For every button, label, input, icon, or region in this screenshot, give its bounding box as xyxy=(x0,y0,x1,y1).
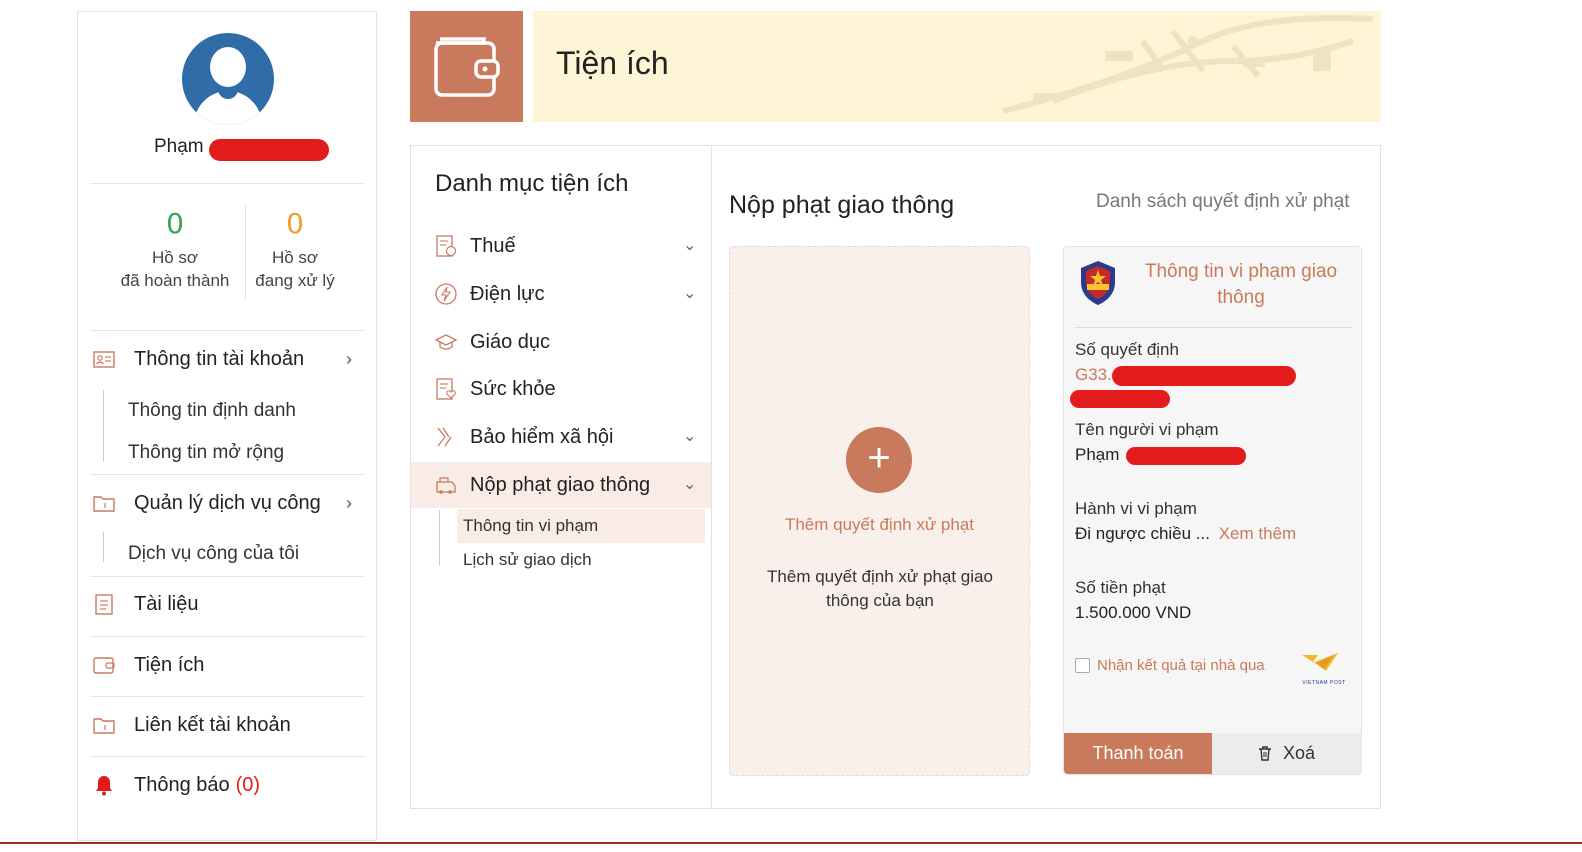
notifications-count: (0) xyxy=(235,773,261,796)
category-social-insurance-label: Bảo hiểm xã hội xyxy=(470,425,614,448)
subcategory-transaction-history[interactable]: Lịch sử giao dịch xyxy=(463,550,592,570)
sidebar: Phạm 0 Hồ sơ đã hoàn thành 0 Hồ sơ đang xử… xyxy=(77,11,377,841)
checkbox[interactable] xyxy=(1075,658,1090,673)
chevron-down-icon[interactable]: ⌄ xyxy=(683,426,696,446)
chevron-down-icon[interactable]: ⌄ xyxy=(683,283,696,303)
plus-icon[interactable]: + xyxy=(846,427,912,493)
menu-link-account[interactable]: Liên kết tài khoản xyxy=(92,713,291,737)
violation-behavior-text: Đi ngược chiều ... xyxy=(1075,524,1210,543)
traffic-police-badge-icon xyxy=(1081,261,1115,305)
violator-name-label: Tên người vi phạm xyxy=(1075,420,1219,439)
category-traffic-fines[interactable]: Nộp phạt giao thông ⌄ xyxy=(411,462,711,508)
section-title: Nộp phạt giao thông xyxy=(729,191,955,219)
processing-count: 0 xyxy=(286,207,304,240)
footer-border xyxy=(0,842,1582,844)
graduation-cap-icon xyxy=(433,329,459,355)
wallet-icon xyxy=(92,653,116,677)
violation-card: Thông tin vi phạm giao thông Số quyết đị… xyxy=(1063,246,1362,775)
decision-list-link[interactable]: Danh sách quyết định xử phạt xyxy=(1096,191,1350,213)
delete-button[interactable]: Xoá xyxy=(1212,733,1361,774)
chevron-down-icon[interactable]: ⌄ xyxy=(683,474,696,494)
bird-pattern-decoration xyxy=(1002,14,1374,114)
completed-label-1: Hồ sơ xyxy=(151,248,199,267)
menu-account-info[interactable]: Thông tin tài khoản xyxy=(92,347,304,371)
menu-account-info-label: Thông tin tài khoản xyxy=(134,347,305,370)
chevron-down-icon[interactable]: ⌄ xyxy=(683,235,696,255)
decision-number-value: G33. xyxy=(1075,365,1112,384)
document-icon xyxy=(92,592,116,616)
category-education[interactable]: Giáo dục xyxy=(411,319,711,365)
category-social-insurance[interactable]: Bảo hiểm xã hội ⌄ xyxy=(411,414,711,460)
vietnam-post-logo: VIETNAM POST xyxy=(1294,649,1354,686)
processing-label-2: đang xử lý xyxy=(255,271,335,290)
ticket-icon xyxy=(433,472,459,498)
menu-notifications-label: Thông báo xyxy=(134,773,230,796)
vietnam-post-icon xyxy=(1302,653,1338,671)
chevron-right-icon[interactable]: › xyxy=(346,349,352,370)
violator-name-value: Phạm xyxy=(1075,445,1120,464)
category-health[interactable]: Sức khỏe xyxy=(411,366,711,412)
wallet-icon xyxy=(434,37,500,97)
menu-public-services[interactable]: Quản lý dịch vụ công xyxy=(92,491,321,515)
decision-number-label: Số quyết định xyxy=(1075,340,1179,359)
category-electricity-label: Điện lực xyxy=(470,282,545,305)
processing-label-1: Hồ sơ xyxy=(271,248,319,267)
trash-icon xyxy=(1258,746,1271,761)
category-education-label: Giáo dục xyxy=(470,330,551,353)
home-delivery-checkbox[interactable]: Nhận kết quả tại nhà qua xyxy=(1075,657,1265,674)
header-banner: Tiện ích xyxy=(533,11,1381,122)
menu-notifications[interactable]: Thông báo (0) xyxy=(92,773,260,797)
add-decision-title[interactable]: Thêm quyết định xử phạt xyxy=(730,515,1029,535)
user-name: Phạm xyxy=(154,136,204,157)
chevron-right-icon[interactable]: › xyxy=(346,493,352,514)
completed-count: 0 xyxy=(166,207,184,240)
category-traffic-fines-label: Nộp phạt giao thông xyxy=(470,473,651,496)
redacted-mark xyxy=(209,139,329,161)
menu-utilities-label: Tiện ích xyxy=(134,653,205,676)
main-panel: Danh mục tiện ích Thuế ⌄ Điện lực ⌄ Giáo… xyxy=(410,145,1381,809)
subcategory-violation-info[interactable]: Thông tin vi phạm xyxy=(457,509,705,543)
menu-documents-label: Tài liệu xyxy=(134,592,199,615)
stat-processing[interactable]: 0 Hồ sơ đang xử lý xyxy=(225,207,365,292)
tax-doc-icon xyxy=(433,233,459,259)
category-tax-label: Thuế xyxy=(470,234,516,257)
lightning-icon xyxy=(433,281,459,307)
add-decision-box[interactable]: + Thêm quyết định xử phạt Thêm quyết địn… xyxy=(729,246,1030,776)
folder-icon xyxy=(92,713,116,737)
category-tax[interactable]: Thuế ⌄ xyxy=(411,223,711,269)
category-title: Danh mục tiện ích xyxy=(435,170,629,197)
menu-utilities[interactable]: Tiện ích xyxy=(92,653,204,677)
id-card-icon xyxy=(92,347,116,371)
redacted-mark xyxy=(1070,390,1170,408)
category-health-label: Sức khỏe xyxy=(470,377,556,400)
menu-my-services[interactable]: Dịch vụ công của tôi xyxy=(128,543,299,565)
home-delivery-label: Nhận kết quả tại nhà qua xyxy=(1097,657,1265,674)
pay-button[interactable]: Thanh toán xyxy=(1064,733,1212,774)
folder-icon xyxy=(92,491,116,515)
vietnam-post-text: VIETNAM POST xyxy=(1302,680,1346,686)
fine-amount-value: 1.500.000 VND xyxy=(1075,603,1192,622)
menu-public-services-label: Quản lý dịch vụ công xyxy=(134,491,321,514)
menu-documents[interactable]: Tài liệu xyxy=(92,592,198,616)
header-wallet-tile xyxy=(410,11,523,122)
delete-button-label: Xoá xyxy=(1282,743,1316,763)
redacted-mark xyxy=(1112,366,1296,386)
menu-extended-info[interactable]: Thông tin mở rộng xyxy=(128,442,284,464)
menu-link-account-label: Liên kết tài khoản xyxy=(134,713,291,736)
card-title: Thông tin vi phạm giao thông xyxy=(1144,261,1338,308)
health-record-icon xyxy=(433,376,459,402)
fine-amount-label: Số tiền phạt xyxy=(1075,578,1166,597)
completed-label-2: đã hoàn thành xyxy=(120,271,230,290)
avatar[interactable] xyxy=(182,33,274,125)
see-more-link[interactable]: Xem thêm xyxy=(1219,524,1296,543)
add-decision-description: Thêm quyết định xử phạt giao thông của b… xyxy=(767,567,993,610)
hands-icon xyxy=(433,424,459,450)
violation-behavior-value: Đi ngược chiều ... Xem thêm xyxy=(1075,524,1296,544)
violation-behavior-label: Hành vi vi phạm xyxy=(1075,499,1197,518)
category-electricity[interactable]: Điện lực ⌄ xyxy=(411,271,711,317)
stat-completed[interactable]: 0 Hồ sơ đã hoàn thành xyxy=(105,207,245,292)
bell-icon xyxy=(92,773,116,797)
menu-identity-info[interactable]: Thông tin định danh xyxy=(128,400,296,422)
redacted-mark xyxy=(1126,447,1246,465)
